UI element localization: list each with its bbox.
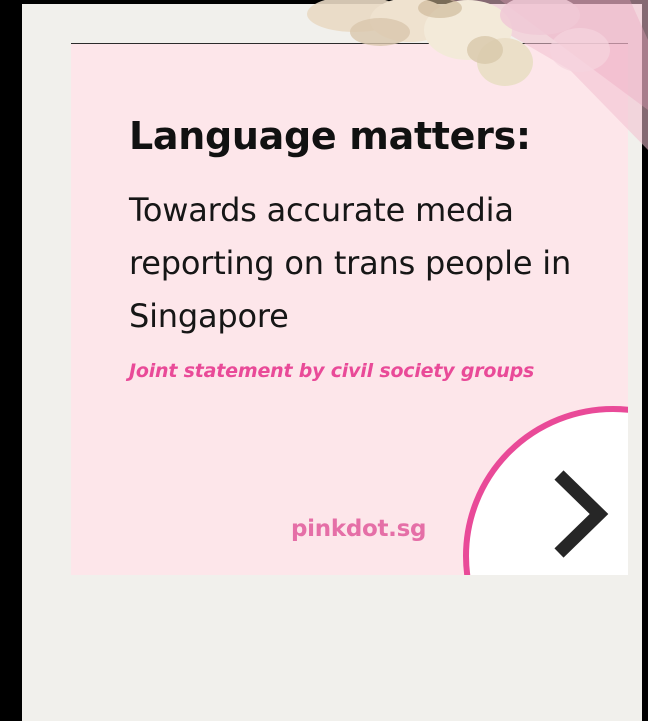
post-tagline: Joint statement by civil society groups — [129, 360, 535, 382]
flower-decoration-icon — [307, 0, 648, 150]
brand-logo: pinkdot.sg — [291, 516, 427, 542]
post-subtitle: Towards accurate media reporting on tran… — [129, 191, 572, 335]
chevron-right-icon[interactable] — [551, 469, 611, 559]
